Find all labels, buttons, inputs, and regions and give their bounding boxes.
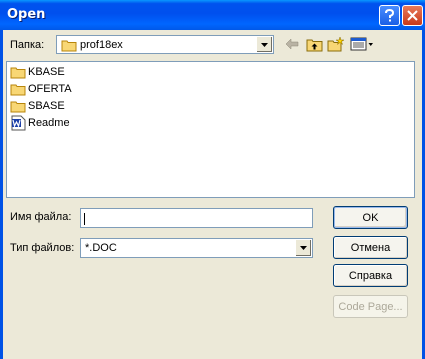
text-caret [84, 213, 85, 225]
folder-icon [10, 98, 26, 114]
lookin-value: prof18ex [80, 39, 123, 51]
chevron-down-icon [300, 246, 307, 250]
list-item[interactable]: KBASE [10, 64, 65, 80]
new-folder-icon [327, 36, 345, 52]
filetype-label: Тип файлов: [10, 242, 75, 254]
window-frame-left [0, 30, 3, 359]
title-bar[interactable]: Open [0, 0, 425, 30]
lookin-combo[interactable]: prof18ex [56, 35, 274, 54]
chevron-down-icon [261, 42, 268, 47]
list-item[interactable]: Readme [10, 115, 70, 131]
up-folder-icon [306, 39, 322, 51]
list-item-label: OFERTA [28, 83, 72, 95]
up-folder-button[interactable] [304, 35, 324, 53]
open-dialog: Open Папка: prof18ex KBASE OFERTA SBASE … [0, 0, 425, 359]
list-item-label: Readme [28, 117, 70, 129]
back-button[interactable] [282, 35, 302, 53]
filename-label: Имя файла: [10, 211, 72, 223]
view-menu-button[interactable] [349, 35, 375, 53]
filetype-value: *.DOC [85, 242, 117, 254]
view-list-icon [350, 37, 373, 51]
list-item[interactable]: OFERTA [10, 81, 72, 97]
ok-button[interactable]: OK [333, 206, 408, 229]
cancel-button[interactable]: Отмена [333, 236, 408, 259]
list-item[interactable]: SBASE [10, 98, 65, 114]
file-list[interactable]: KBASE OFERTA SBASE Readme [6, 61, 415, 198]
lookin-label: Папка: [10, 39, 45, 51]
list-item-label: KBASE [28, 66, 65, 78]
help-title-button[interactable] [379, 5, 400, 26]
window-title: Open [7, 7, 46, 22]
filename-input[interactable] [80, 208, 313, 228]
close-icon [407, 10, 418, 21]
lookin-dropdown-button[interactable] [256, 37, 272, 52]
new-folder-button[interactable] [326, 35, 346, 53]
folder-icon [10, 81, 26, 97]
close-title-button[interactable] [402, 5, 423, 26]
code-page-button[interactable]: Code Page... [333, 295, 408, 318]
back-arrow-icon [285, 38, 299, 50]
folder-icon [61, 40, 77, 52]
question-mark-icon [385, 9, 395, 22]
help-button[interactable]: Справка [333, 264, 408, 287]
word-document-icon [10, 115, 26, 131]
filetype-combo[interactable]: *.DOC [80, 238, 313, 258]
folder-icon [10, 64, 26, 80]
list-item-label: SBASE [28, 100, 65, 112]
filetype-dropdown-button[interactable] [295, 240, 311, 256]
